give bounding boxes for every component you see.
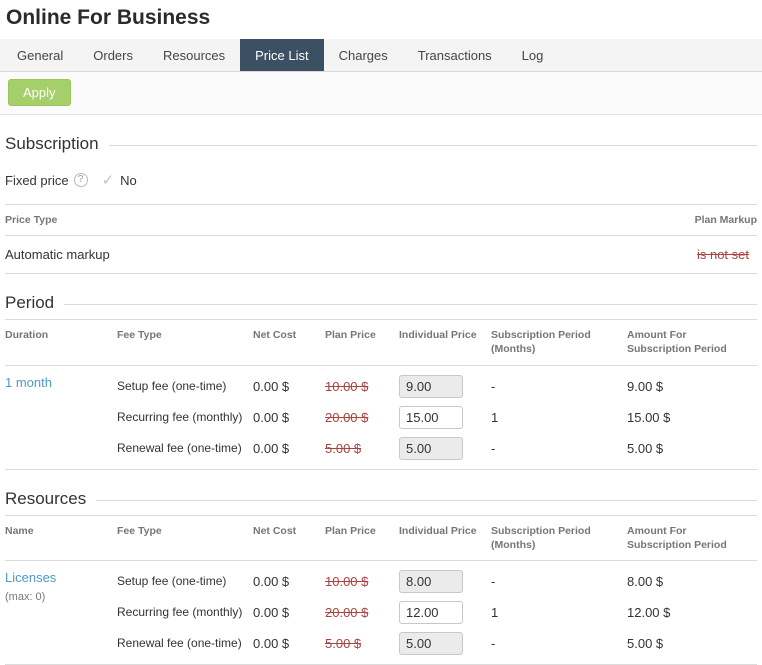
- resources-heading-text: Resources: [5, 489, 96, 509]
- col-net-cost: Net Cost: [253, 515, 325, 560]
- plan-price: 5.00 $: [325, 441, 361, 456]
- subscription-section: Subscription Fixed price ? ✓ No Price Ty…: [5, 134, 757, 274]
- subscription-period: 1: [491, 597, 627, 628]
- col-fee-type: Fee Type: [117, 320, 253, 365]
- amount: 8.00 $: [627, 560, 757, 597]
- col-name: Name: [5, 515, 117, 560]
- price-type-value: Automatic markup: [5, 236, 557, 274]
- fee-type: Renewal fee (one-time): [117, 628, 253, 665]
- plan-price: 20.00 $: [325, 410, 368, 425]
- resource-max-note: (max: 0): [5, 591, 109, 603]
- plan-price: 10.00 $: [325, 574, 368, 589]
- individual-price-input[interactable]: [399, 437, 463, 460]
- tab-price-list[interactable]: Price List: [240, 39, 323, 71]
- heading-divider: [64, 304, 757, 305]
- col-amount: Amount For Subscription Period: [627, 515, 757, 560]
- col-price-type: Price Type: [5, 205, 557, 236]
- amount: 9.00 $: [627, 365, 757, 402]
- col-plan-markup: Plan Markup: [557, 205, 757, 236]
- resource-fee-row: Renewal fee (one-time) 0.00 $ 5.00 $ - 5…: [5, 628, 757, 665]
- tab-orders[interactable]: Orders: [78, 39, 148, 71]
- plan-price: 20.00 $: [325, 605, 368, 620]
- net-cost: 0.00 $: [253, 597, 325, 628]
- individual-price-input[interactable]: [399, 570, 463, 593]
- period-fee-row: 1 month Setup fee (one-time) 0.00 $ 10.0…: [5, 365, 757, 402]
- col-individual-price: Individual Price: [399, 320, 491, 365]
- col-plan-price: Plan Price: [325, 320, 399, 365]
- fee-type: Setup fee (one-time): [117, 365, 253, 402]
- fee-type: Recurring fee (monthly): [117, 597, 253, 628]
- heading-divider: [109, 145, 757, 146]
- period-fee-row: Recurring fee (monthly) 0.00 $ 20.00 $ 1…: [5, 402, 757, 433]
- amount: 15.00 $: [627, 402, 757, 433]
- net-cost: 0.00 $: [253, 365, 325, 402]
- markup-table: Price Type Plan Markup Automatic markup …: [5, 204, 757, 274]
- period-fee-row: Renewal fee (one-time) 0.00 $ 5.00 $ - 5…: [5, 433, 757, 470]
- tab-resources[interactable]: Resources: [148, 39, 240, 71]
- fee-type: Renewal fee (one-time): [117, 433, 253, 470]
- resource-link[interactable]: Licenses: [5, 570, 56, 585]
- tab-bar: General Orders Resources Price List Char…: [0, 39, 762, 72]
- fee-type: Recurring fee (monthly): [117, 402, 253, 433]
- action-toolbar: Apply: [0, 72, 762, 115]
- page-title: Online For Business: [6, 6, 762, 30]
- net-cost: 0.00 $: [253, 433, 325, 470]
- heading-divider: [96, 500, 757, 501]
- plan-price: 10.00 $: [325, 379, 368, 394]
- resources-table: Name Fee Type Net Cost Plan Price Indivi…: [5, 515, 757, 665]
- net-cost: 0.00 $: [253, 628, 325, 665]
- plan-price: 5.00 $: [325, 636, 361, 651]
- resources-heading: Resources: [5, 489, 757, 509]
- apply-button[interactable]: Apply: [8, 79, 71, 106]
- individual-price-input[interactable]: [399, 632, 463, 655]
- subscription-period: 1: [491, 402, 627, 433]
- individual-price-input[interactable]: [399, 375, 463, 398]
- col-individual-price: Individual Price: [399, 515, 491, 560]
- col-plan-price: Plan Price: [325, 515, 399, 560]
- col-duration: Duration: [5, 320, 117, 365]
- net-cost: 0.00 $: [253, 402, 325, 433]
- tab-charges[interactable]: Charges: [324, 39, 403, 71]
- resource-fee-row: Licenses (max: 0) Setup fee (one-time) 0…: [5, 560, 757, 597]
- fee-type: Setup fee (one-time): [117, 560, 253, 597]
- tab-log[interactable]: Log: [507, 39, 559, 71]
- col-subscription-period: Subscription Period (Months): [491, 515, 627, 560]
- subscription-period: -: [491, 628, 627, 665]
- subscription-heading: Subscription: [5, 134, 757, 154]
- checkmark-icon: ✓: [102, 171, 115, 189]
- net-cost: 0.00 $: [253, 560, 325, 597]
- tab-general[interactable]: General: [2, 39, 78, 71]
- fixed-price-row: Fixed price ? ✓ No: [5, 171, 757, 189]
- col-subscription-period: Subscription Period (Months): [491, 320, 627, 365]
- amount: 5.00 $: [627, 628, 757, 665]
- fixed-price-value: No: [120, 173, 137, 188]
- fixed-price-label: Fixed price: [5, 173, 69, 188]
- individual-price-input[interactable]: [399, 601, 463, 624]
- markup-row: Automatic markup is not set: [5, 236, 757, 274]
- subscription-period: -: [491, 365, 627, 402]
- subscription-period: -: [491, 433, 627, 470]
- col-amount: Amount For Subscription Period: [627, 320, 757, 365]
- help-icon[interactable]: ?: [74, 173, 88, 187]
- amount: 12.00 $: [627, 597, 757, 628]
- period-heading-text: Period: [5, 293, 64, 313]
- tab-transactions[interactable]: Transactions: [403, 39, 507, 71]
- col-net-cost: Net Cost: [253, 320, 325, 365]
- period-section: Period Duration Fee Type Net Cost Plan P…: [5, 293, 757, 469]
- col-fee-type: Fee Type: [117, 515, 253, 560]
- subscription-heading-text: Subscription: [5, 134, 109, 154]
- resource-fee-row: Recurring fee (monthly) 0.00 $ 20.00 $ 1…: [5, 597, 757, 628]
- individual-price-input[interactable]: [399, 406, 463, 429]
- period-table: Duration Fee Type Net Cost Plan Price In…: [5, 319, 757, 469]
- resources-section: Resources Name Fee Type Net Cost Plan Pr…: [5, 489, 757, 665]
- subscription-period: -: [491, 560, 627, 597]
- amount: 5.00 $: [627, 433, 757, 470]
- plan-markup-value: is not set: [697, 247, 749, 262]
- duration-link[interactable]: 1 month: [5, 375, 52, 390]
- period-heading: Period: [5, 293, 757, 313]
